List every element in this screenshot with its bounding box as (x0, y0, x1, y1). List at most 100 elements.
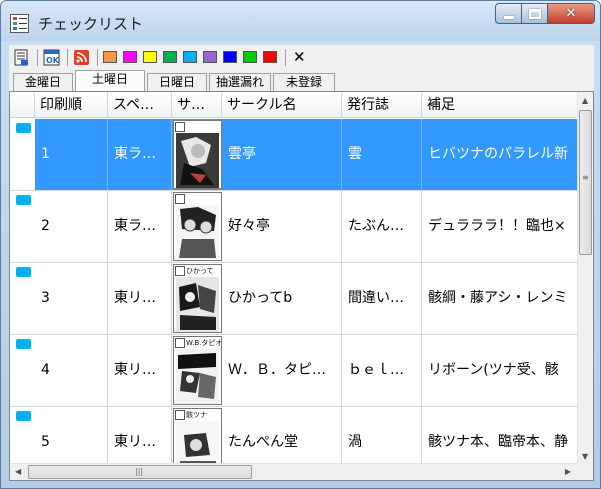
toolbar-separator (285, 48, 286, 66)
cell-publication: 間違い… (342, 263, 422, 334)
cell-publication: たぶん… (342, 191, 422, 262)
cell-print-order: 1 (35, 119, 108, 190)
cut-checkbox[interactable] (175, 338, 185, 348)
color-swatch-green[interactable] (163, 51, 177, 63)
toolbar-separator (37, 48, 38, 66)
window-controls: ✕ (495, 3, 595, 24)
cut-artwork (176, 133, 219, 188)
cut-caption: W.B.タピオカ (186, 339, 222, 347)
tab-lottery-missed[interactable]: 抽選漏れ (209, 73, 271, 91)
tab-unregistered[interactable]: 未登録 (273, 73, 335, 91)
title-bar[interactable]: チェックリスト ✕ (1, 1, 600, 41)
day-tabs: 金曜日 土曜日 日曜日 抽選漏れ 未登録 (9, 69, 594, 91)
header-space[interactable]: スペ… (108, 92, 172, 118)
app-icon (10, 14, 29, 33)
vertical-scroll-thumb[interactable]: ≡ (579, 110, 592, 255)
close-icon: ✕ (565, 6, 577, 21)
header-cut[interactable]: サ… (172, 92, 222, 118)
cell-publication: ｂｅｌ… (342, 335, 422, 406)
cell-circle-name: 好々亭 (222, 191, 342, 262)
color-marker[interactable] (16, 195, 31, 205)
scroll-left-icon[interactable]: ◀ (15, 467, 21, 476)
header-circle-name[interactable]: サークル名 (222, 92, 342, 118)
horizontal-scroll-thumb[interactable]: ||| (28, 465, 252, 479)
cut-caption: ひかって (186, 267, 214, 275)
maximize-icon (528, 8, 541, 19)
cut-artwork (176, 205, 219, 260)
circle-cut-image[interactable]: ひかって (173, 264, 222, 333)
header-publication[interactable]: 発行誌 (342, 92, 422, 118)
scroll-right-icon[interactable]: ▶ (565, 467, 571, 476)
checklist-grid: 印刷順 スペ… サ… サークル名 発行誌 補足 1 東ラ… 雲亭 雲 ヒバツナの… (9, 91, 594, 481)
close-window-button[interactable]: ✕ (548, 3, 595, 24)
grip-icon: ≡ (582, 173, 589, 182)
cell-publication: 雲 (342, 119, 422, 190)
color-swatch-red[interactable] (263, 51, 277, 63)
cell-circle-name: 雲亭 (222, 119, 342, 190)
calendar-ok-icon[interactable]: OK (43, 49, 60, 66)
cell-print-order: 4 (35, 335, 108, 406)
color-swatch-blue[interactable] (223, 51, 237, 63)
window-title: チェックリスト (38, 15, 144, 33)
color-swatch-cyan[interactable] (183, 51, 197, 63)
cell-print-order: 3 (35, 263, 108, 334)
cell-circle-name: ひかってb (222, 263, 342, 334)
toolbar-separator (67, 48, 68, 66)
color-marker[interactable] (16, 267, 31, 277)
toolbar-separator (97, 48, 98, 66)
cut-checkbox[interactable] (175, 410, 185, 420)
minimize-button[interactable] (495, 3, 522, 24)
rss-icon[interactable] (73, 49, 90, 66)
cut-checkbox[interactable] (175, 266, 185, 276)
cell-space: 東ラ… (108, 119, 172, 190)
header-print-order[interactable]: 印刷順 (35, 92, 108, 118)
cell-note: リボーン(ツナ受、骸 (428, 362, 559, 378)
cell-space: 東リ… (108, 335, 172, 406)
svg-text:OK: OK (46, 56, 60, 65)
cell-space: 東リ… (108, 263, 172, 334)
table-row[interactable]: 4 東リ… W.B.タピオカ Ｗ．Ｂ．タピ… ｂｅｌ… リボーン(ツナ受、骸 (10, 335, 580, 407)
color-marker[interactable] (16, 123, 31, 133)
cell-note: ヒバツナのパラレル新 (428, 146, 568, 162)
scrollbar-corner (577, 463, 593, 480)
cell-circle-name: Ｗ．Ｂ．タピ… (222, 335, 342, 406)
color-swatch-magenta[interactable] (123, 51, 137, 63)
cut-caption: 骸ツナ (186, 411, 207, 419)
circle-cut-image[interactable] (173, 192, 222, 261)
toolbar: OK ✕ (9, 45, 594, 69)
table-row[interactable]: 2 東ラ… 好々亭 たぶん… デュラララ！！臨也× (10, 191, 580, 263)
cut-checkbox[interactable] (175, 122, 185, 132)
maximize-button[interactable] (522, 3, 548, 24)
vertical-scrollbar[interactable]: ▲ ≡ ▼ (577, 92, 593, 464)
scroll-up-icon[interactable]: ▲ (582, 96, 588, 105)
color-swatch-orange[interactable] (103, 51, 117, 63)
color-swatch-yellow[interactable] (143, 51, 157, 63)
circle-cut-image[interactable]: W.B.タピオカ (173, 336, 222, 405)
color-swatch-lime[interactable] (243, 51, 257, 63)
color-marker[interactable] (16, 339, 31, 349)
cell-note: デュラララ！！臨也× (428, 218, 566, 234)
cut-checkbox[interactable] (175, 194, 185, 204)
clear-color-button[interactable]: ✕ (293, 48, 306, 66)
cell-space: 東ラ… (108, 191, 172, 262)
grip-icon: ||| (135, 467, 144, 476)
color-swatch-purple[interactable] (203, 51, 217, 63)
checklist-window: チェックリスト ✕ OK ✕ 金曜日 土曜日 日曜日 抽選漏れ 未登録 印刷順 … (0, 0, 601, 489)
cell-print-order: 2 (35, 191, 108, 262)
cut-artwork (176, 349, 219, 404)
cut-artwork (176, 277, 219, 332)
horizontal-scrollbar[interactable]: ◀ ||| ▶ (10, 463, 593, 480)
table-row[interactable]: 1 東ラ… 雲亭 雲 ヒバツナのパラレル新 (10, 119, 580, 191)
color-marker[interactable] (16, 411, 31, 421)
grid-header: 印刷順 スペ… サ… サークル名 発行誌 補足 (10, 92, 580, 118)
tab-friday[interactable]: 金曜日 (13, 73, 73, 91)
header-marker (10, 92, 35, 118)
cell-note: 骸綱・藤アシ・レンミ (428, 290, 568, 306)
tab-sunday[interactable]: 日曜日 (147, 73, 207, 91)
header-note[interactable]: 補足 (422, 92, 580, 118)
scroll-down-icon[interactable]: ▼ (582, 452, 588, 461)
circle-cut-image[interactable] (173, 120, 222, 189)
table-row[interactable]: 3 東リ… ひかって ひかってb 間違い… 骸綱・藤アシ・レンミ (10, 263, 580, 335)
tab-saturday[interactable]: 土曜日 (75, 70, 145, 91)
export-list-icon[interactable] (13, 49, 30, 66)
